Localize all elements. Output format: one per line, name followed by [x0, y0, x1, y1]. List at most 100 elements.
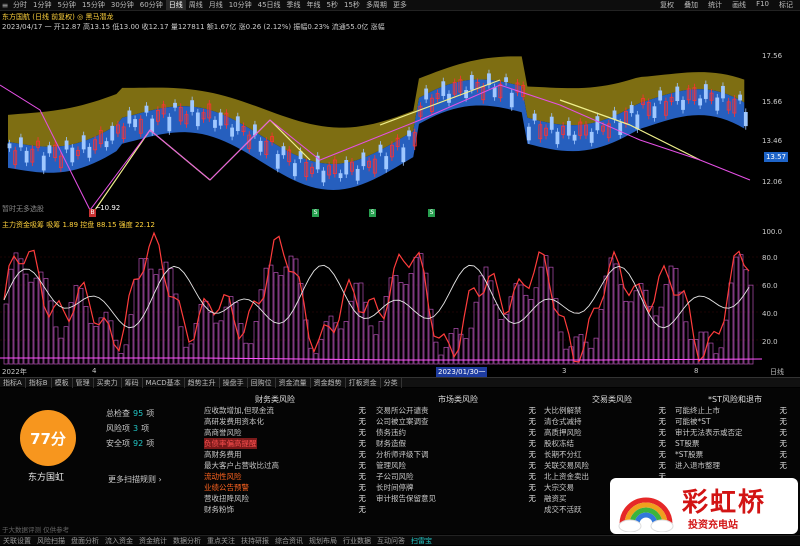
risk-item[interactable]: 长期不分红 无 [544, 449, 666, 460]
draw-line-button[interactable]: 画线 [727, 0, 751, 10]
volume-bar [728, 282, 734, 365]
candlestick-chart[interactable] [0, 30, 762, 216]
risk-item-label: 关联交易风险 [544, 461, 589, 470]
function-tab[interactable]: 扶持研报 [238, 536, 272, 546]
column-header: 财务类风险 [255, 395, 295, 404]
function-tab[interactable]: 数据分析 [170, 536, 204, 546]
overlay-button[interactable]: 叠加 [679, 0, 703, 10]
period-tab[interactable]: 60分钟 [137, 0, 166, 10]
risk-item[interactable]: 财务粉饰 无 [204, 504, 366, 515]
indicator-tab[interactable]: 筹码 [122, 377, 143, 388]
function-tab[interactable]: 互动问答 [374, 536, 408, 546]
statistics-button[interactable]: 统计 [703, 0, 727, 10]
risk-item[interactable]: 高质押风险 无 [544, 427, 666, 438]
risk-item[interactable]: 财务造假 无 [376, 438, 536, 449]
indicator-tab[interactable]: 分类 [381, 377, 402, 388]
candle [527, 126, 531, 141]
function-tab[interactable]: 盘面分析 [68, 536, 102, 546]
risk-item[interactable]: *ST股票 无 [675, 449, 787, 460]
risk-item[interactable]: 公司被立案调查 无 [376, 416, 536, 427]
risk-item[interactable]: 股权冻结 无 [544, 438, 666, 449]
function-tab[interactable]: 关联设置 [0, 536, 34, 546]
function-tab[interactable]: 流入资金 [102, 536, 136, 546]
volume-bar [23, 273, 29, 365]
period-tab[interactable]: 周线 [186, 0, 206, 10]
indicator-tab[interactable]: 资金流量 [276, 377, 311, 388]
period-tab[interactable]: 45日线 [255, 0, 284, 10]
risk-item[interactable]: 债务违约 无 [376, 427, 536, 438]
more-scan-rules-link[interactable]: 更多扫描规则 › [108, 474, 162, 485]
risk-item[interactable]: 大比例解禁 无 [544, 405, 666, 416]
risk-item[interactable]: 高研发费用资本化 无 [204, 416, 366, 427]
risk-item[interactable]: 分析师评级下调 无 [376, 449, 536, 460]
indicator-tab[interactable]: 操盘手 [220, 377, 248, 388]
risk-item[interactable]: 审计报告保留意见 无 [376, 493, 536, 504]
risk-item[interactable]: 负债率偏高提醒 无 [204, 438, 366, 449]
indicator-tab[interactable]: 指标B [26, 377, 52, 388]
risk-item[interactable]: 流动性风险 无 [204, 471, 366, 482]
period-tab[interactable]: 多周期 [363, 0, 390, 10]
menu-icon[interactable]: ≡ [0, 1, 10, 10]
period-tab[interactable]: 1分钟 [30, 0, 54, 10]
period-tab[interactable]: 5秒 [324, 0, 341, 10]
function-tab[interactable]: 资金统计 [136, 536, 170, 546]
risk-item[interactable]: 高财务费用 无 [204, 449, 366, 460]
indicator-tab[interactable]: 回购位 [248, 377, 276, 388]
risk-item[interactable]: 进入退市整理 无 [675, 460, 787, 471]
function-tab[interactable]: 规划布局 [306, 536, 340, 546]
risk-item[interactable]: 营收扭降风险 无 [204, 493, 366, 504]
period-tab[interactable]: 30分钟 [108, 0, 137, 10]
risk-item[interactable]: 清仓式减持 无 [544, 416, 666, 427]
mark-button[interactable]: 标记 [774, 0, 798, 10]
restore-button[interactable]: 复权 [655, 0, 679, 10]
period-tab[interactable]: 年线 [304, 0, 324, 10]
risk-item[interactable]: 可能被*ST 无 [675, 416, 787, 427]
rainbow-bridge-logo: 彩虹桥 投资充电站 [610, 478, 798, 534]
volume-bar [538, 266, 544, 365]
risk-item[interactable]: 交易所公开谴责 无 [376, 405, 536, 416]
risk-item[interactable]: 高商誉风险 无 [204, 427, 366, 438]
period-tab[interactable]: 15分钟 [79, 0, 108, 10]
period-tab[interactable]: 5分钟 [54, 0, 78, 10]
risk-item[interactable]: 审计无法表示或否定 无 [675, 427, 787, 438]
low-price-label: ─10.92 [96, 204, 121, 212]
indicator-tab[interactable]: 趋势主升 [185, 377, 220, 388]
indicator-tab[interactable]: 管理 [73, 377, 94, 388]
risk-item[interactable]: 子公司风险 无 [376, 471, 536, 482]
indicator-tab[interactable]: 指标A [0, 377, 26, 388]
f10-button[interactable]: F10 [751, 0, 774, 10]
risk-item[interactable]: 管理风险 无 [376, 460, 536, 471]
volume-bar [128, 314, 134, 365]
function-tab[interactable]: 行业数据 [340, 536, 374, 546]
indicator-tab[interactable]: 打板资金 [346, 377, 381, 388]
period-tab[interactable]: 分时 [10, 0, 30, 10]
period-tab[interactable]: 10分钟 [226, 0, 255, 10]
volume-bar [253, 321, 259, 365]
period-tab[interactable]: 月线 [206, 0, 226, 10]
function-tab[interactable]: 综合资讯 [272, 536, 306, 546]
period-tab[interactable]: 季线 [284, 0, 304, 10]
period-tab[interactable]: 更多 [390, 0, 410, 10]
indicator-chart[interactable] [0, 230, 762, 366]
risk-check-row: 风险项 3 项 [106, 424, 150, 433]
function-tab[interactable]: 风险扫描 [34, 536, 68, 546]
risk-item[interactable]: 关联交易风险 无 [544, 460, 666, 471]
volume-bar [403, 284, 409, 365]
risk-item-label: 营收扭降风险 [204, 494, 249, 503]
indicator-tab[interactable]: 资金趋势 [311, 377, 346, 388]
indicator-tab[interactable]: 模板 [52, 377, 73, 388]
risk-item[interactable]: 业绩公告预警 无 [204, 482, 366, 493]
function-tab[interactable]: 重点关注 [204, 536, 238, 546]
period-tab[interactable]: 日线 [165, 0, 186, 10]
risk-item[interactable]: 可能终止上市 无 [675, 405, 787, 416]
risk-item[interactable]: 应收款增加,但现金流 无 [204, 405, 366, 416]
volume-bar [3, 303, 9, 365]
risk-item[interactable]: 最大客户占营收比过高 无 [204, 460, 366, 471]
risk-item-status: 无 [358, 461, 367, 470]
function-tab[interactable]: 扫雷宝 [408, 536, 435, 546]
risk-item[interactable]: 长时间停牌 无 [376, 482, 536, 493]
indicator-tab[interactable]: 买卖力 [94, 377, 122, 388]
period-tab[interactable]: 15秒 [341, 0, 363, 10]
risk-item[interactable]: ST股票 无 [675, 438, 787, 449]
indicator-tab[interactable]: MACD基本 [143, 377, 185, 388]
